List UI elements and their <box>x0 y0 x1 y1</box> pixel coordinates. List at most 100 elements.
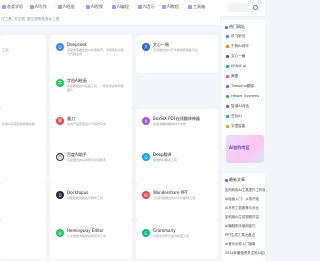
hot-site-item[interactable]: 美图 <box>226 74 238 79</box>
site-label: 文心一格 <box>231 54 246 58</box>
deep-logo-icon: D <box>142 153 150 161</box>
hot-site-item[interactable]: 豆包AI <box>226 114 242 119</box>
hot-sites-panel: 热门网址 讯飞听见 千帆AI创作 文心一格 ERNIE AI 美图 Tresol… <box>222 20 265 150</box>
tool-card-modao[interactable]: 墨 墨刀 在线产品原型设计与协作平台 <box>50 109 132 147</box>
tool-card-deepseek[interactable]: D Deepseek 深度求索推出的AI对话助手，支持多轮对话与代码生成 <box>50 35 132 73</box>
nav-icon <box>162 5 166 9</box>
search-input[interactable] <box>227 3 261 12</box>
tool-card[interactable] <box>0 145 46 183</box>
top-navigation-bar: 各类学机 AI写作 AI绘画 AI视频 AI编程 AI音乐 AI教程 工具箱 <box>0 0 265 17</box>
hot-site-item[interactable]: 讯飞听见 <box>226 34 245 39</box>
article-link[interactable]: PPT生成工具大盘点 <box>225 232 265 237</box>
article-link[interactable]: AI音乐创作入门指南 <box>225 241 265 246</box>
site-label: 千帆AI创作 <box>231 44 249 48</box>
hot-site-item[interactable]: ERNIE AI <box>226 64 246 68</box>
article-link[interactable]: 如何利用AI工具提升工作效率 <box>225 187 265 192</box>
tool-card-grammarly[interactable]: G Grammarly AI英文写作与语法检查工具 <box>136 221 218 259</box>
article-link[interactable]: AI写作工具推荐与对比 <box>225 205 265 210</box>
tool-card-wenxin-yige[interactable]: 文 文心一格 百度推出的AI艺术和创意辅助平台 <box>136 35 218 73</box>
tool-desc: 百度推出的AI搜索与对话助手 <box>67 158 106 162</box>
grammarly-logo-icon: G <box>142 229 150 237</box>
hot-site-item[interactable]: Helper Systems <box>226 94 259 98</box>
nav-icon <box>86 5 90 9</box>
nav-item-learning[interactable]: 各类学机 <box>2 4 23 10</box>
tool-desc: 精准的AI翻译工具 <box>153 158 177 162</box>
tool-card-ziyou-ai[interactable]: 字 字由AI绘画 字由推出的AI绘画工具，一键生成多种风格图片 <box>50 71 132 109</box>
boxsix-logo-icon: X <box>142 117 150 125</box>
site-icon <box>226 105 229 108</box>
nav-item-ai-coding[interactable]: AI编程 <box>112 4 129 10</box>
hemingway-logo-icon: H <box>56 229 64 237</box>
section-subtitle: 作工具, 文生图, 图生图等各类AI工具 <box>0 16 220 25</box>
tool-desc: 快速准确地翻译PDF文档 <box>153 122 186 126</box>
hot-site-item[interactable]: 千帆AI创作 <box>226 44 249 49</box>
tool-card[interactable] <box>0 71 46 109</box>
tool-desc: AI驱动的文档演示制作工具 <box>67 196 103 200</box>
site-label: 讯飞听见 <box>231 34 246 38</box>
hot-site-item[interactable]: Tresoline翻译 <box>226 84 254 89</box>
tool-card[interactable] <box>0 183 46 221</box>
nav-item-ai-writing[interactable]: AI写作 <box>30 4 47 10</box>
panel-title-text: 热门网址 <box>229 24 245 29</box>
nav-label: AI编程 <box>117 4 129 9</box>
tool-desc: AI英文写作与语法检查工具 <box>153 234 189 238</box>
tool-desc: 万兴科技推出的AI PPT制作工具 <box>153 196 196 200</box>
site-icon <box>226 45 229 48</box>
site-icon <box>226 35 229 38</box>
wondershare-logo-icon: W <box>142 191 150 199</box>
latest-articles-title: 最新文章 <box>225 177 245 183</box>
article-link[interactable]: AI编程助手使用技巧 <box>225 223 265 228</box>
site-label: 智谱AI对话 <box>231 104 249 108</box>
nav-item-ai-video[interactable]: AI视频 <box>86 4 103 10</box>
promo-text: AI创作专区 <box>229 145 250 150</box>
site-icon <box>226 115 229 118</box>
tool-desc: 在线产品原型设计与协作平台 <box>67 122 107 126</box>
docktopus-logo-icon: D <box>56 191 64 199</box>
tool-card-hemingway[interactable]: H Hemingway Editor 让文章更清晰易读的写作工具 <box>50 221 132 259</box>
site-label: 字语智能 <box>231 124 246 128</box>
site-icon <box>226 75 229 78</box>
article-link[interactable]: 2024年最值得关注的AI应用 <box>225 250 265 255</box>
tool-card[interactable] <box>0 221 46 259</box>
nav-item-ai-drawing[interactable]: AI绘画 <box>58 4 75 10</box>
tool-title: Grammarly <box>153 228 176 233</box>
tool-desc: 让文章更清晰易读的写作工具 <box>67 234 107 238</box>
tool-card[interactable]: 利用AI实现高效视频剪辑 <box>0 109 46 147</box>
tool-card-docktopus[interactable]: D Docktopus AI驱动的文档演示制作工具 <box>50 183 132 221</box>
tool-card[interactable]: 工具。 <box>0 35 46 73</box>
ziyou-logo-icon: 字 <box>56 79 64 87</box>
nav-item-ai-tutorial[interactable]: AI教程 <box>162 4 179 10</box>
latest-articles-panel: 最新文章 如何利用AI工具提升工作效率 AI绘画入门：从零开始 AI写作工具推荐… <box>222 173 265 261</box>
nav-item-toolbox[interactable]: 工具箱 <box>188 4 205 10</box>
nav-label: 工具箱 <box>193 4 205 9</box>
hot-site-item[interactable]: 智谱AI对话 <box>226 104 249 109</box>
site-icon <box>226 125 229 128</box>
nav-label: AI视频 <box>91 4 103 9</box>
article-link[interactable]: AI绘画入门：从零开始 <box>225 196 265 201</box>
deepseek-logo-icon: D <box>56 43 64 51</box>
promo-banner[interactable]: AI创作专区 <box>226 135 264 163</box>
tool-title: Hemingway Editor <box>67 228 104 233</box>
search-icon[interactable] <box>253 5 258 10</box>
nav-icon <box>2 5 6 9</box>
tool-card-baidu-ai[interactable]: 百 百度AI助手 百度推出的AI搜索与对话助手 <box>50 145 132 183</box>
nav-icon <box>58 5 62 9</box>
article-link[interactable]: 如何用AI生成视频内容 <box>225 214 265 219</box>
modao-logo-icon: 墨 <box>56 117 64 125</box>
nav-item-ai-music[interactable]: AI音乐 <box>138 4 155 10</box>
nav-label: AI音乐 <box>143 4 155 9</box>
subtitle-text: 作工具, 文生图, 图生图等各类AI工具 <box>1 17 60 21</box>
nav-icon <box>30 5 34 9</box>
tool-card-deep-translate[interactable]: D Deep翻译 精准的AI翻译工具 <box>136 145 218 183</box>
tool-card-wondershare-ppt[interactable]: W Wondershare PPT 万兴科技推出的AI PPT制作工具 <box>136 183 218 221</box>
tool-title: Deepseek <box>67 42 87 47</box>
list-icon <box>225 25 228 29</box>
baidu-logo-icon: 百 <box>56 153 64 161</box>
hot-site-item[interactable]: 字语智能 <box>226 124 245 129</box>
tool-desc: 深度求索推出的AI对话助手，支持多轮对话与代码生成 <box>67 48 124 56</box>
panel-title-text: 最新文章 <box>229 177 245 182</box>
nav-icon <box>188 5 192 9</box>
hot-site-item[interactable]: 文心一格 <box>226 54 245 59</box>
tool-card-boxsix[interactable]: X BoxSiX PDF在线翻译神器 快速准确地翻译PDF文档 <box>136 109 218 147</box>
tool-desc: 字由推出的AI绘画工具，一键生成多种风格图片 <box>67 84 124 92</box>
